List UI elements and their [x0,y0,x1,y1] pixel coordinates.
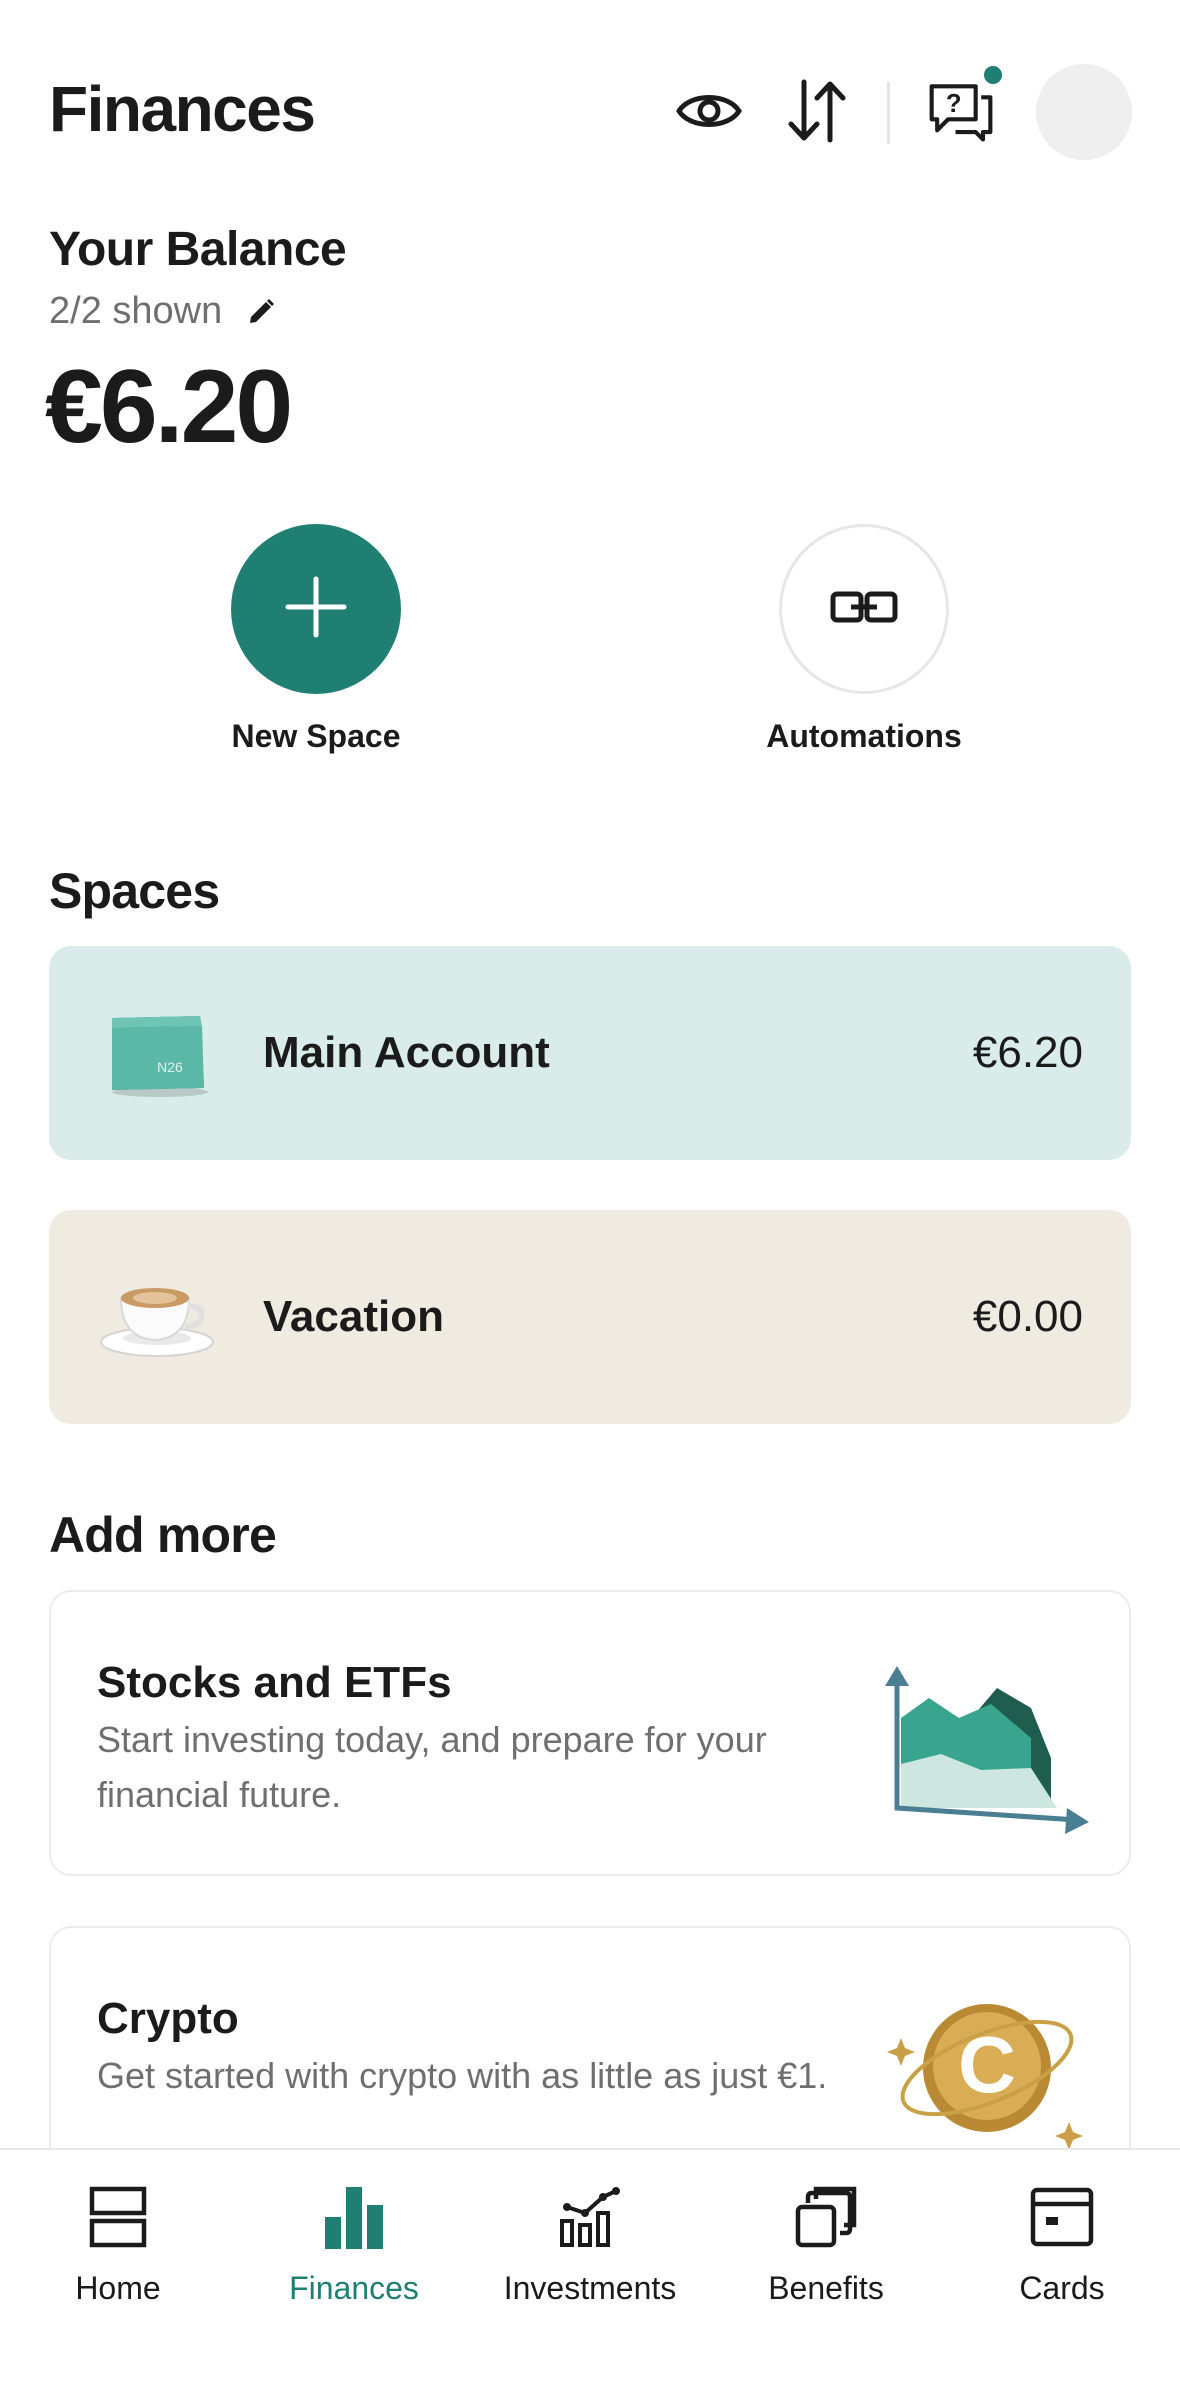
link-icon [829,589,899,630]
automations-label: Automations [766,718,962,754]
tab-label: Finances [289,2270,419,2306]
plus-icon [284,575,348,644]
tab-label: Home [75,2270,161,2306]
space-card-main-account[interactable]: N26 Main Account €6.20 [49,946,1131,1160]
benefits-icon [708,2178,944,2256]
automations-circle[interactable] [779,524,949,694]
avatar[interactable] [1036,64,1132,160]
header: Finances ? [0,0,1180,200]
page-title: Finances [49,73,316,145]
space-amount: €0.00 [972,1292,1083,1341]
header-divider [887,82,890,144]
coffee-cup-icon [99,1257,219,1377]
tab-label: Benefits [768,2270,884,2306]
stocks-chart-icon [881,1658,1101,1843]
promo-title: Crypto [97,1994,239,2043]
home-icon [0,2178,236,2256]
new-space-button[interactable]: New Space [196,524,436,755]
promo-description: Start investing today, and prepare for y… [97,1719,767,1815]
shown-count: 2/2 shown [49,290,223,332]
investments-icon [472,2178,708,2256]
balance-amount: €6.20 [45,349,293,465]
crypto-coin-icon: C [887,1988,1087,2163]
space-amount: €6.20 [972,1028,1083,1077]
tab-benefits[interactable]: Benefits [708,2178,944,2307]
tab-investments[interactable]: Investments [472,2178,708,2307]
notification-dot [981,63,1005,87]
shown-row: 2/2 shown [49,290,278,333]
eye-icon[interactable] [676,78,742,144]
card-icon [944,2178,1180,2256]
svg-text:?: ? [946,90,962,118]
space-name: Vacation [263,1292,444,1341]
space-card-vacation[interactable]: Vacation €0.00 [49,1210,1131,1424]
new-space-circle[interactable] [231,524,401,694]
sort-arrows-icon[interactable] [784,78,850,144]
tab-home[interactable]: Home [0,2178,236,2307]
pencil-icon[interactable] [244,295,278,329]
help-chat-icon[interactable]: ? [928,78,994,144]
spaces-title: Spaces [49,863,220,919]
promo-title: Stocks and ETFs [97,1658,452,1707]
tab-cards[interactable]: Cards [944,2178,1180,2307]
add-more-title: Add more [49,1507,277,1563]
tab-finances[interactable]: Finances [236,2178,472,2307]
tab-bar: Home Finances Investments Benefits Cards [0,2148,1180,2396]
tab-label: Investments [503,2270,677,2306]
space-name: Main Account [263,1028,550,1077]
bar-chart-icon [236,2178,472,2256]
new-space-label: New Space [231,718,401,754]
balance-title: Your Balance [49,223,347,276]
promo-description: Get started with crypto with as little a… [97,2055,828,2096]
tab-label: Cards [1019,2270,1105,2306]
wallet-icon: N26 [99,993,219,1113]
stocks-etfs-card[interactable]: Stocks and ETFs Start investing today, a… [49,1590,1131,1876]
wallet-brand-text: N26 [157,1059,183,1075]
automations-button[interactable]: Automations [744,524,984,755]
